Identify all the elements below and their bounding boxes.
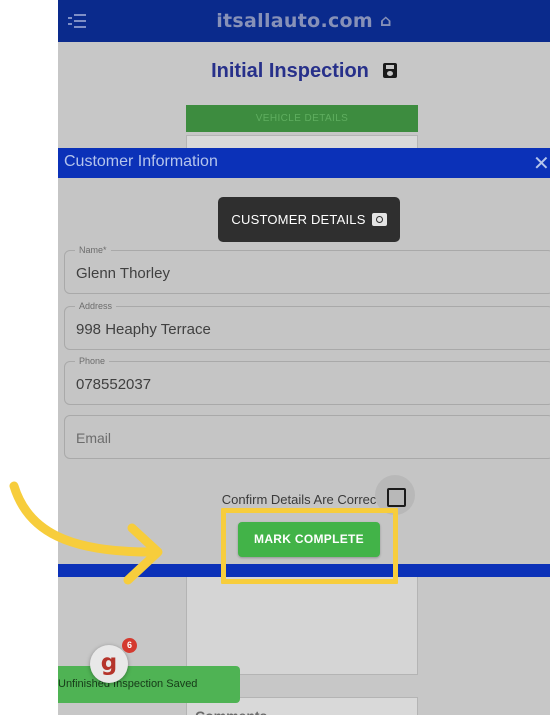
background-card-lower (186, 577, 418, 675)
top-bar: itsallauto.com ⌂ (58, 0, 550, 42)
toast-text: Unfinished Inspection Saved (58, 678, 198, 690)
confirm-details-checkbox[interactable] (387, 488, 406, 507)
toast-notification: Unfinished Inspection Saved (58, 666, 240, 703)
modal-title: Customer Information (64, 153, 218, 170)
brand-title[interactable]: itsallauto.com ⌂ (58, 10, 550, 32)
close-icon[interactable]: ✕ (533, 151, 550, 175)
address-field-value[interactable]: 998 Heaphy Terrace (76, 321, 211, 338)
background-card (186, 135, 418, 149)
phone-field-label: Phone (75, 356, 110, 366)
email-placeholder[interactable]: Email (76, 430, 111, 446)
name-field-label: Name* (75, 245, 111, 255)
brand-name: itsallauto.com (216, 10, 373, 32)
confirm-details-label: Confirm Details Are Correct (221, 492, 380, 507)
page-title: Initial Inspection (58, 60, 550, 83)
modal-header: Customer Information ✕ (58, 148, 550, 178)
notification-count-badge: 6 (122, 638, 137, 653)
app-screen: itsallauto.com ⌂ Initial Inspection VEHIC… (58, 0, 550, 715)
address-field[interactable]: Address 998 Heaphy Terrace (64, 301, 550, 350)
name-field[interactable]: Name* Glenn Thorley (64, 245, 550, 294)
phone-field-value[interactable]: 078552037 (76, 376, 151, 393)
pointer-arrow-icon (9, 481, 163, 585)
customer-details-button[interactable]: CUSTOMER DETAILS (218, 197, 400, 242)
home-icon[interactable]: ⌂ (380, 11, 392, 30)
address-field-label: Address (75, 301, 117, 311)
save-icon[interactable] (382, 63, 397, 78)
name-field-value[interactable]: Glenn Thorley (76, 265, 170, 282)
highlight-box (221, 508, 398, 584)
phone-field[interactable]: Phone 078552037 (64, 356, 550, 405)
g-logo-icon[interactable]: g (90, 645, 128, 683)
customer-details-label: CUSTOMER DETAILS (231, 212, 366, 227)
email-field[interactable]: Email (64, 415, 550, 459)
page-title-text: Initial Inspection (211, 60, 369, 82)
camera-icon (371, 213, 387, 226)
vehicle-details-button[interactable]: VEHICLE DETAILS (186, 105, 418, 132)
